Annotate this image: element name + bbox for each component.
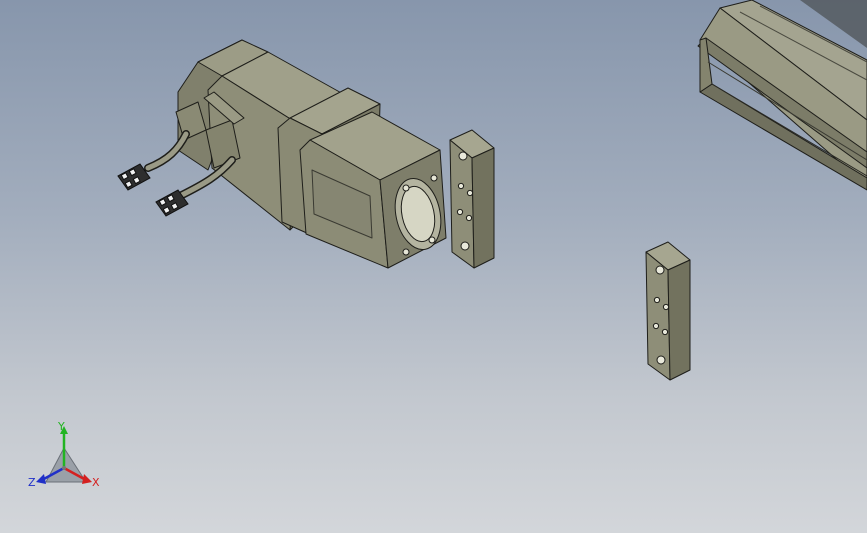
triad-origin [62, 466, 66, 470]
y-axis-label: Y [57, 420, 65, 433]
x-axis-arrow-icon [82, 474, 92, 484]
z-axis-label: Z [28, 476, 36, 489]
x-axis-label: X [92, 476, 100, 489]
model-scene[interactable] [0, 0, 867, 533]
mounting-plate-2[interactable] [645, 241, 691, 381]
servo-motor[interactable] [175, 39, 447, 269]
mounting-plate-1[interactable] [449, 129, 495, 269]
z-axis-arrow-icon [36, 474, 46, 484]
axis-triad: Y X Z [22, 418, 112, 498]
triad-graphic: Y X Z [28, 420, 100, 489]
cad-3d-viewport[interactable]: Y X Z [0, 0, 867, 533]
